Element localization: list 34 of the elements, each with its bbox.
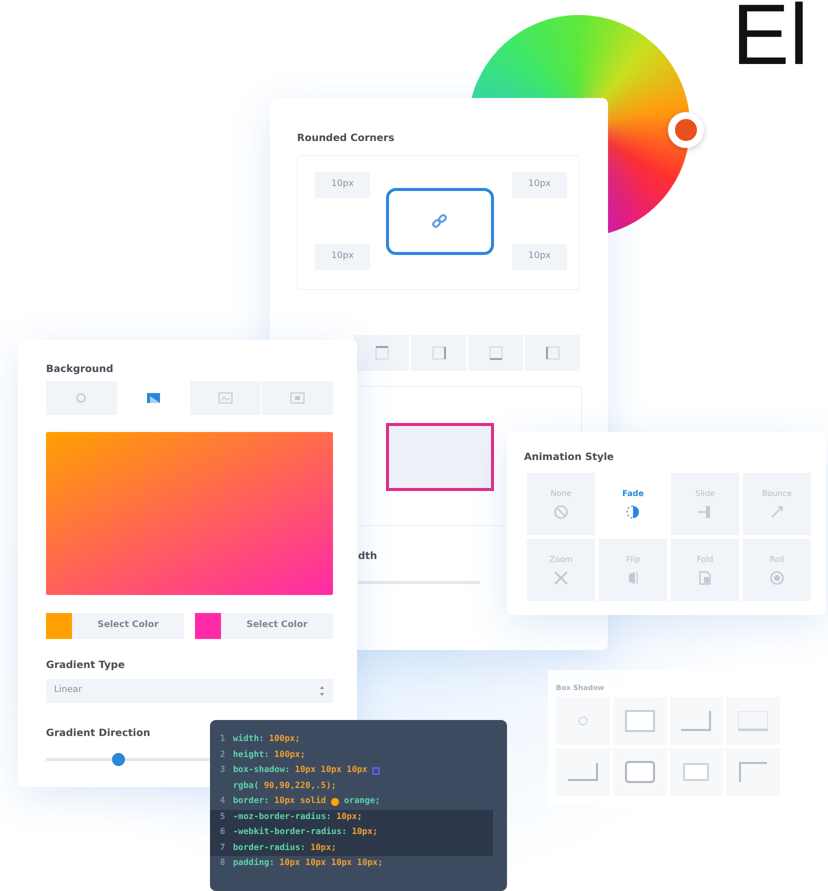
line-number: 1 xyxy=(220,733,226,746)
code-token: box-shadow: xyxy=(233,764,290,777)
code-token: height: xyxy=(233,748,270,762)
code-token: 10px; xyxy=(352,826,378,839)
code-token: 10px solid xyxy=(274,795,326,808)
code-token: rgba( xyxy=(233,780,259,792)
code-token: 10px 10px 10px xyxy=(294,764,368,777)
line-number: 2 xyxy=(220,748,226,762)
code-token: border: xyxy=(233,795,270,808)
line-number: 5 xyxy=(220,810,226,824)
code-token: -webkit-border-radius: xyxy=(233,826,347,839)
code-token: border-radius: xyxy=(233,842,306,854)
line-number: 6 xyxy=(220,826,226,839)
code-token: orange; xyxy=(344,795,380,808)
code-token: 10px 10px 10px 10px; xyxy=(279,857,383,870)
line-number: 7 xyxy=(220,842,226,854)
code-token: 100px; xyxy=(269,733,300,746)
code-token: -moz-border-radius: xyxy=(233,810,332,824)
code-token: padding: xyxy=(233,857,274,870)
code-token: width: xyxy=(233,733,264,746)
heading: El xyxy=(732,0,808,78)
section-title: Animation Style xyxy=(524,451,614,465)
line-number: 3 xyxy=(220,764,226,777)
section-title: Rounded Corners xyxy=(297,132,394,146)
code-token: 10px; xyxy=(336,810,362,824)
code-token: 100px; xyxy=(274,748,306,762)
field-label: Gradient Direction xyxy=(46,727,150,741)
line-number: 4 xyxy=(220,795,226,808)
code-token: 10px; xyxy=(310,842,336,854)
field-label: dth xyxy=(358,550,378,564)
code-token: 90,90,220,.5); xyxy=(264,780,336,792)
field-label: Gradient Type xyxy=(46,659,125,673)
section-title: Background xyxy=(46,363,114,377)
line-number: 8 xyxy=(220,857,226,870)
